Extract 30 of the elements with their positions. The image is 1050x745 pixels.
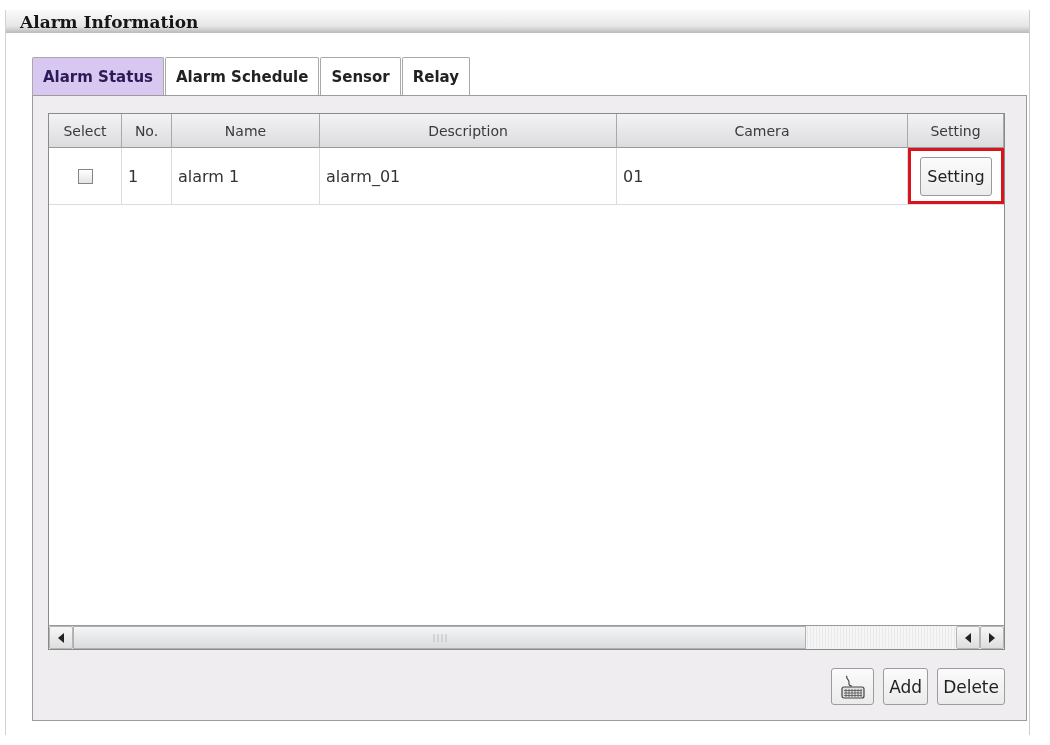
column-header: No. <box>122 114 172 148</box>
tab[interactable]: Relay <box>401 57 470 95</box>
keyboard-button[interactable] <box>831 668 875 705</box>
column-header: Setting <box>908 114 1004 148</box>
checkbox[interactable] <box>77 168 93 184</box>
add-button[interactable]: Add <box>883 668 929 705</box>
tab[interactable]: Alarm Schedule <box>165 57 320 95</box>
tab[interactable]: Alarm Status <box>32 57 164 95</box>
table-cell: 01 <box>617 148 908 205</box>
column-header: Camera <box>617 114 908 148</box>
table-cell: alarm_01 <box>320 148 617 205</box>
grip-icon <box>432 632 447 643</box>
tab[interactable]: Sensor <box>320 57 401 95</box>
table-cell: alarm 1 <box>172 148 320 205</box>
column-header: Select <box>49 114 122 148</box>
horizontal-scrollbar[interactable] <box>49 625 1004 649</box>
scroll-left-button[interactable] <box>956 626 980 649</box>
column-header: Description <box>320 114 617 148</box>
keyboard-icon <box>840 674 865 699</box>
table-cell: 1 <box>122 148 172 205</box>
scroll-left-button[interactable] <box>49 626 73 649</box>
left-arrow-icon <box>965 632 971 643</box>
right-arrow-icon <box>989 632 995 643</box>
panel-title: Alarm Information <box>20 10 199 33</box>
scroll-right-button[interactable] <box>980 626 1004 649</box>
setting-button[interactable]: Setting <box>920 156 992 196</box>
scrollbar-thumb[interactable] <box>73 626 806 649</box>
column-header: Name <box>172 114 320 148</box>
delete-button[interactable]: Delete <box>937 668 1005 705</box>
left-arrow-icon <box>58 632 64 643</box>
